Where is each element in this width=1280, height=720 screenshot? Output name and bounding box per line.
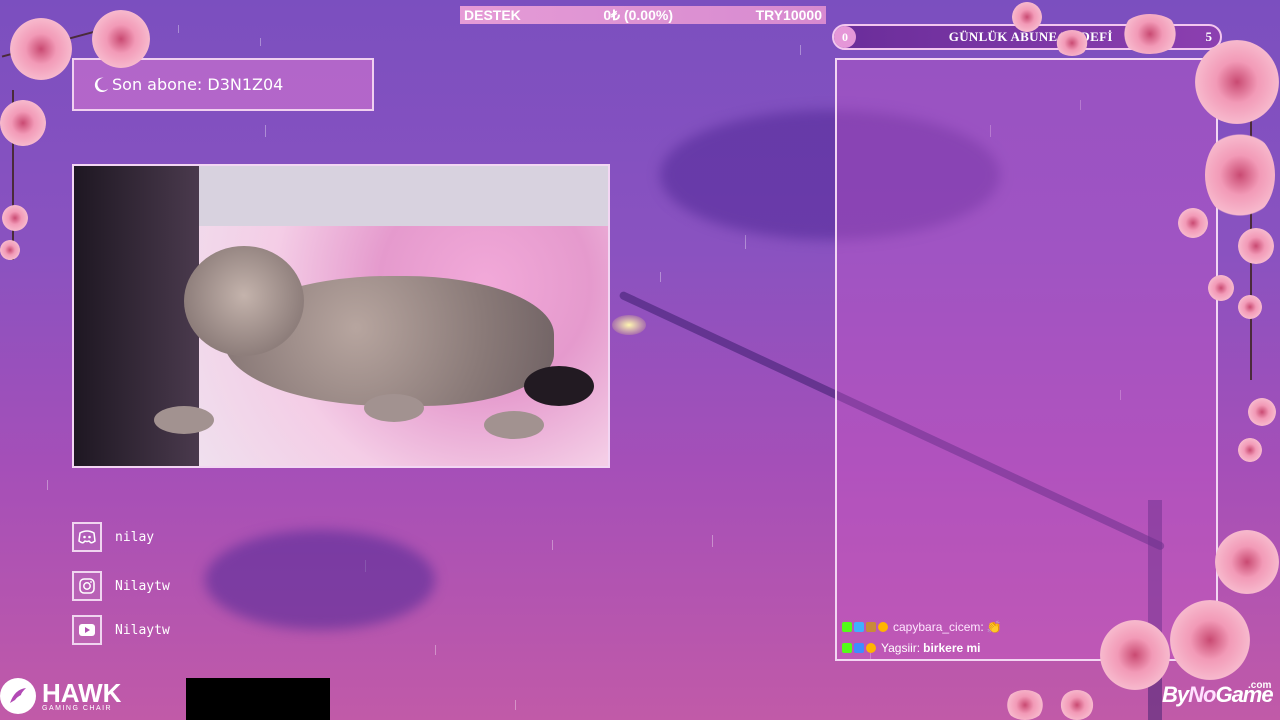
social-youtube[interactable]: Nilaytw [72, 615, 170, 645]
bynogame-com: .com [1248, 680, 1272, 691]
cat-paw [364, 394, 424, 422]
social-discord[interactable]: nilay [72, 522, 154, 552]
hawk-feather-icon [0, 678, 36, 714]
social-label: Nilaytw [115, 578, 170, 594]
chat-message: capybara_cicem : 👏 [842, 620, 1002, 634]
instagram-icon [72, 571, 102, 601]
social-label: nilay [115, 529, 155, 545]
kick-badge-icon [842, 643, 852, 653]
hawk-sponsor-logo: HAWK GAMING CHAIR [0, 678, 121, 714]
kick-badge-icon [842, 622, 852, 632]
donation-goal: TRY10000 [755, 7, 822, 23]
chat-separator: : [916, 641, 921, 655]
cat-paw [154, 406, 214, 434]
hawk-subtitle: GAMING CHAIR [42, 704, 113, 712]
chat-frame [835, 58, 1218, 661]
bynogame-by: By [1162, 682, 1189, 707]
wall [199, 166, 608, 226]
coin-badge-icon [878, 622, 888, 632]
youtube-icon [72, 615, 102, 645]
sub-goal-current: 0 [834, 26, 856, 48]
cloud-decoration [205, 530, 435, 630]
donation-label: DESTEK [464, 7, 521, 23]
discord-icon [72, 522, 102, 552]
lamp-light [612, 315, 646, 335]
chat-separator: : [980, 620, 984, 634]
cat-paw [484, 411, 544, 439]
social-instagram[interactable]: Nilaytw [72, 571, 170, 601]
diamond-badge-icon [854, 643, 864, 653]
bynogame-logo: ByNoGame .com [1162, 680, 1274, 708]
webcam-frame [72, 164, 610, 468]
cat-tail [524, 366, 594, 406]
diamond-badge-icon [854, 622, 864, 632]
social-label: Nilaytw [115, 622, 170, 638]
moon-icon [94, 77, 109, 92]
donation-goal-bar: DESTEK 0₺ (0.00%) TRY10000 [460, 6, 826, 24]
hawk-name: HAWK [42, 677, 122, 708]
donation-amount: 0₺ (0.00%) [603, 6, 673, 23]
redacted-box [186, 678, 330, 720]
chat-username[interactable]: Yagsiir [881, 641, 917, 655]
last-subscriber-text: Son abone: D3N1Z04 [112, 75, 284, 94]
chat-message: Yagsiir : birkere mi [842, 641, 981, 655]
chat-text: 👏 [986, 620, 1002, 634]
sub-badge-icon [866, 622, 876, 632]
chat-text: birkere mi [923, 641, 981, 655]
cat-head [184, 246, 304, 356]
coin-badge-icon [866, 643, 876, 653]
bynogame-no: No [1188, 682, 1216, 707]
sub-goal-target: 5 [1205, 29, 1213, 44]
chat-username[interactable]: capybara_cicem [893, 620, 980, 634]
